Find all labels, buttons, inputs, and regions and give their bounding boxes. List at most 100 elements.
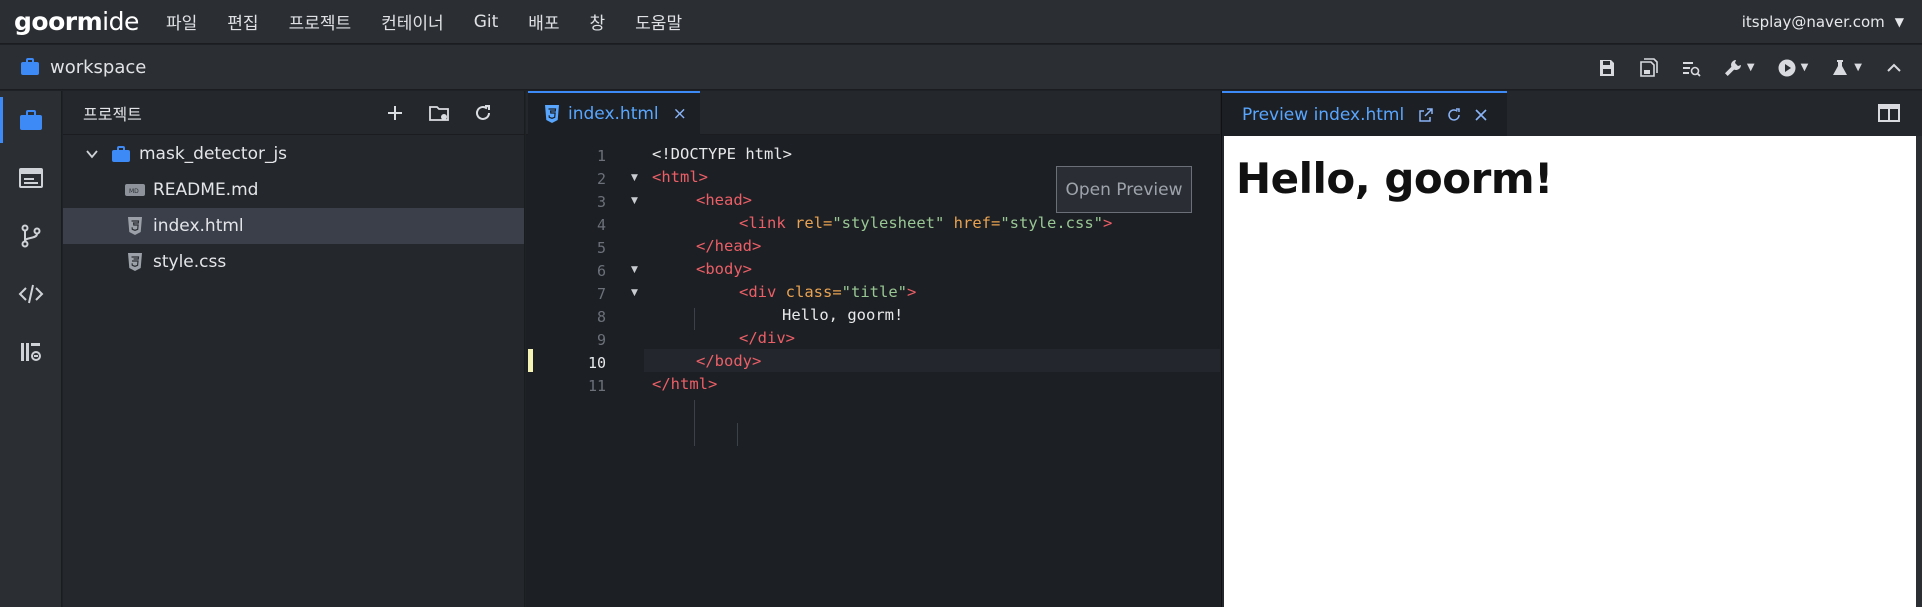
chevron-down-icon[interactable] (85, 147, 99, 161)
fold-arrow-icon[interactable]: ▼ (631, 265, 638, 275)
code-token: "title" (841, 283, 907, 301)
find-button[interactable] (1681, 58, 1701, 78)
open-preview-button[interactable]: Open Preview (1056, 166, 1192, 213)
menu-window[interactable]: 창 (590, 9, 606, 34)
line-number: 6 (596, 262, 606, 280)
code-token: <div (739, 283, 777, 301)
tree-folder-root[interactable]: mask_detector_js (63, 136, 524, 172)
workspace-bar: workspace ▼ ▼ ▼ (0, 45, 1922, 90)
library-icon (21, 343, 41, 361)
menu-edit[interactable]: 편집 (227, 9, 258, 34)
tree-file-index[interactable]: index.html (63, 208, 524, 244)
activity-project[interactable] (0, 91, 62, 149)
save-all-icon (1640, 57, 1658, 77)
toolbar: ▼ ▼ ▼ (1597, 45, 1904, 90)
menu-bar: goormide 파일 편집 프로젝트 컨테이너 Git 배포 창 도움말 it… (0, 0, 1922, 44)
chevron-down-icon: ▼ (1894, 15, 1904, 29)
indent-guide (737, 423, 738, 446)
code-line-9[interactable]: </div> (739, 329, 795, 347)
tree-file-readme[interactable]: MD README.md (63, 172, 524, 208)
code-icon (18, 284, 44, 304)
tab-preview-index-html[interactable]: Preview index.html (1222, 91, 1507, 136)
line-number: 5 (596, 239, 606, 257)
new-file-button[interactable] (384, 102, 406, 124)
code-line-11[interactable]: </html> (652, 375, 717, 393)
menu-help[interactable]: 도움말 (635, 9, 682, 34)
line-number: 4 (596, 216, 606, 234)
code-line-4[interactable]: <link rel="stylesheet" href="style.css"> (739, 214, 1112, 232)
refresh-icon[interactable] (1446, 107, 1462, 123)
menu-container[interactable]: 컨테이너 (381, 9, 444, 34)
explorer-actions (384, 91, 494, 135)
activity-code[interactable] (0, 265, 62, 323)
workspace-name[interactable]: workspace (50, 57, 146, 78)
line-number-current: 10 (587, 354, 606, 372)
activity-terminal[interactable] (0, 149, 62, 207)
css3-file-icon (128, 253, 142, 271)
collapse-toolbar-button[interactable] (1884, 58, 1904, 78)
fold-arrow-icon[interactable]: ▼ (631, 173, 638, 183)
menu-git[interactable]: Git (474, 12, 499, 32)
activity-git[interactable] (0, 207, 62, 265)
code-line-5[interactable]: </head> (696, 237, 761, 255)
user-menu[interactable]: itsplay@naver.com ▼ (1742, 0, 1904, 44)
scrollbar-track[interactable] (1916, 136, 1922, 607)
explorer-header: 프로젝트 (63, 91, 524, 135)
code-line-6[interactable]: <body> (696, 260, 752, 278)
new-folder-button[interactable] (428, 102, 450, 124)
split-layout-icon[interactable] (1878, 103, 1900, 123)
build-tools-button[interactable]: ▼ (1723, 58, 1755, 78)
code-token: "style.css" (1000, 214, 1103, 232)
code-token: class= (776, 283, 842, 301)
code-token: rel= (785, 214, 833, 232)
goormide-logo[interactable]: goormide (0, 7, 166, 36)
indent-guide (694, 308, 695, 330)
code-token: Hello, goorm! (782, 306, 904, 324)
save-all-button[interactable] (1639, 57, 1659, 78)
test-button[interactable]: ▼ (1830, 58, 1862, 78)
external-link-icon[interactable] (1418, 107, 1434, 123)
tab-label: Preview index.html (1242, 104, 1405, 125)
find-in-files-icon (1682, 61, 1701, 77)
code-line-7[interactable]: <div class="title"> (739, 283, 916, 301)
code-token: href= (944, 214, 1001, 232)
line-number: 2 (596, 170, 606, 188)
tree-file-style[interactable]: style.css (63, 244, 524, 280)
save-button[interactable] (1597, 58, 1617, 78)
tree-file-label: README.md (153, 180, 259, 200)
activity-library[interactable] (0, 323, 62, 381)
code-line-8[interactable]: Hello, goorm! (782, 306, 903, 324)
wrench-icon (1724, 59, 1741, 76)
run-button[interactable]: ▼ (1777, 58, 1808, 78)
code-token: <head> (696, 191, 752, 209)
fold-arrow-icon[interactable]: ▼ (631, 196, 638, 206)
refresh-button[interactable] (472, 102, 494, 124)
code-token: <link (739, 214, 786, 232)
code-token: > (906, 283, 917, 301)
close-icon[interactable] (1474, 108, 1488, 122)
menu-project[interactable]: 프로젝트 (289, 9, 352, 34)
line-number: 1 (596, 147, 606, 165)
code-line-1[interactable]: <!DOCTYPE html> (652, 145, 792, 163)
code-editor: index.html × 1 2 3 4 5 6 7 8 9 10 11 ▼ ▼… (526, 91, 1220, 607)
code-line-10[interactable]: </body> (696, 352, 761, 370)
close-icon[interactable]: × (673, 104, 687, 124)
svg-text:MD: MD (129, 188, 139, 195)
indent-guide (694, 400, 695, 446)
preview-heading: Hello, goorm! (1236, 154, 1553, 203)
code-token: </body> (696, 352, 762, 370)
code-token: > (1102, 214, 1113, 232)
flask-icon (1833, 59, 1848, 75)
html5-file-icon (128, 217, 142, 235)
code-token: </head> (696, 237, 762, 255)
chevron-down-icon: ▼ (1746, 62, 1755, 73)
code-line-2[interactable]: <html> (652, 168, 708, 186)
menu-deploy[interactable]: 배포 (528, 9, 559, 34)
preview-viewport[interactable]: Hello, goorm! (1224, 136, 1918, 607)
chevron-up-icon (1887, 63, 1901, 72)
fold-arrow-icon[interactable]: ▼ (631, 288, 638, 298)
menu-file[interactable]: 파일 (166, 9, 197, 34)
code-line-3[interactable]: <head> (696, 191, 752, 209)
git-branch-icon (21, 224, 41, 248)
tab-index-html[interactable]: index.html × (528, 91, 700, 135)
